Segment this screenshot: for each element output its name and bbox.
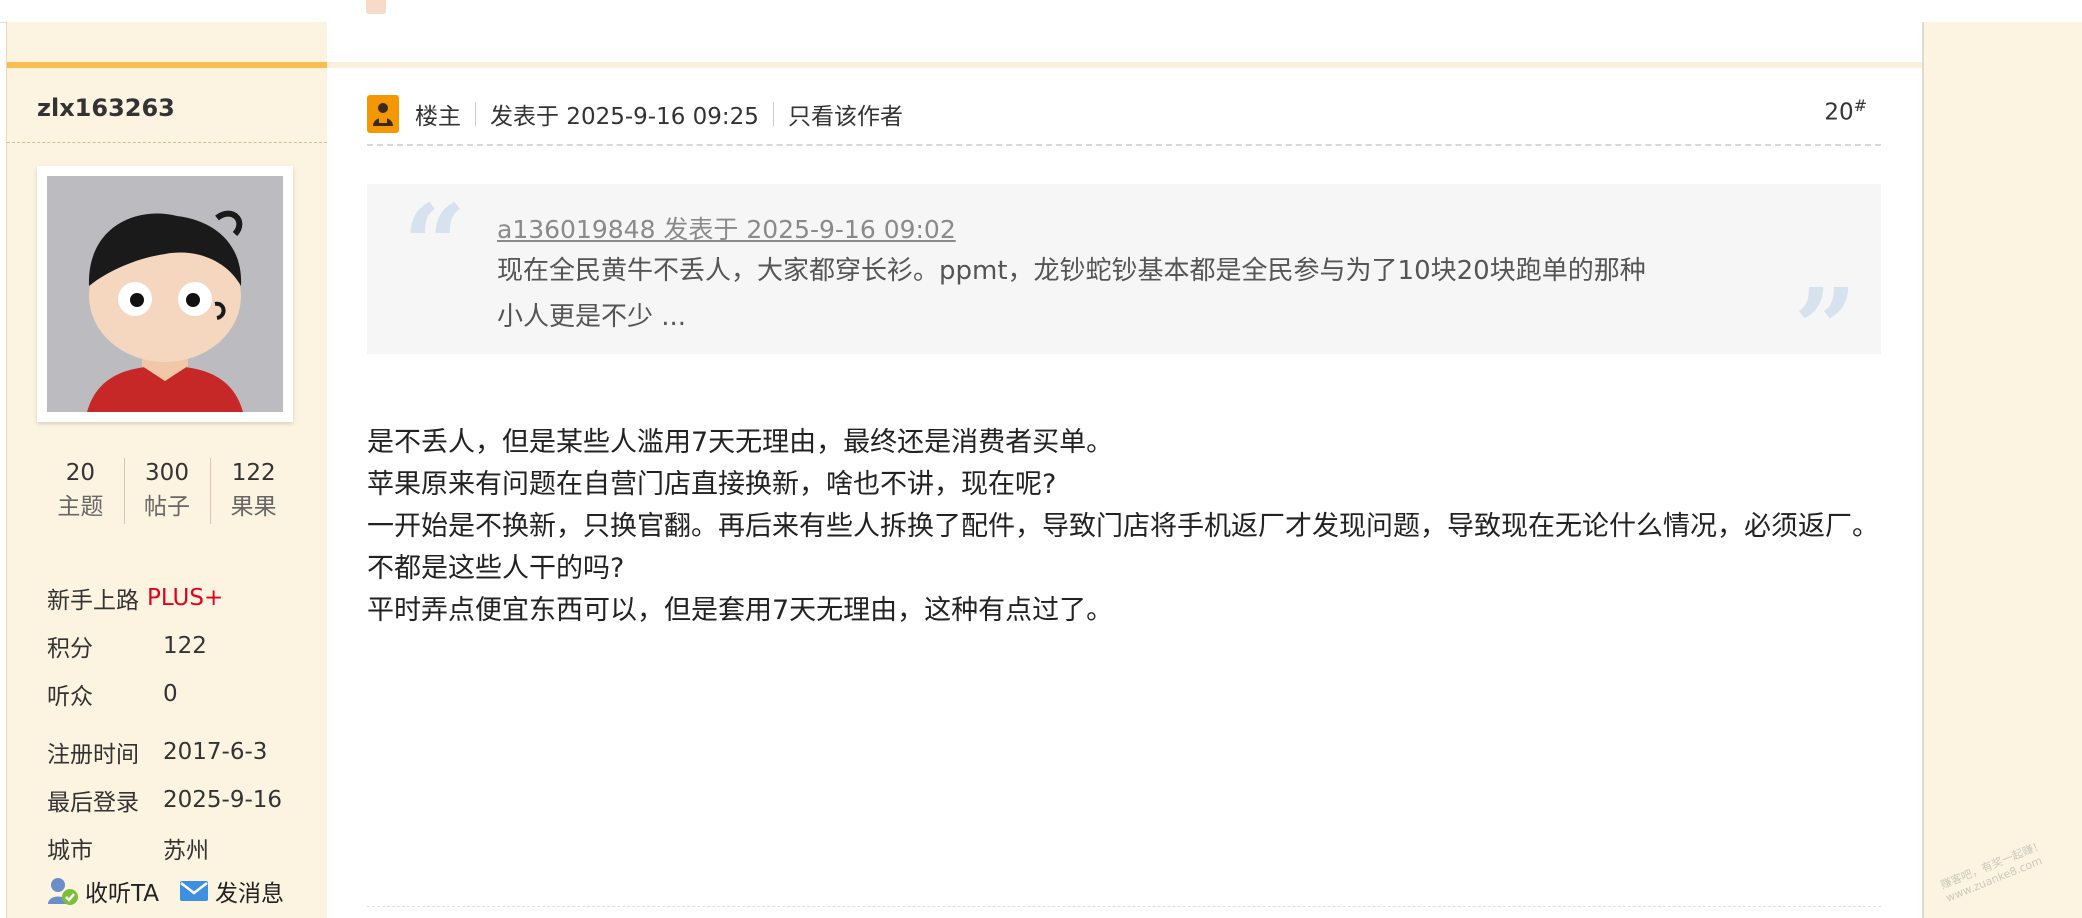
quote-line: 小人更是不少 ... xyxy=(497,302,687,332)
quote-line: 现在全民黄牛不丢人，大家都穿长衫。ppmt，龙钞蛇钞基本都是全民参与为了10块2… xyxy=(497,256,1646,286)
body-paragraph: 是不丢人，但是某些人滥用7天无理由，最终还是消费者买单。 xyxy=(367,427,1114,458)
post-timestamp: 发表于 2025-9-16 09:25 xyxy=(490,104,759,130)
message-button[interactable]: 发消息 xyxy=(179,874,284,908)
stat-fruits[interactable]: 122 果果 xyxy=(210,454,297,530)
avatar-image xyxy=(47,176,283,412)
envelope-icon xyxy=(180,881,208,901)
last-login-label: 最后登录 xyxy=(47,790,139,816)
top-toolbar-remnant xyxy=(366,0,386,22)
stat-label: 主题 xyxy=(57,494,104,520)
header-divider xyxy=(367,144,1881,146)
follow-icon xyxy=(48,878,78,905)
points-row: 积分 122 xyxy=(47,622,317,670)
rank-label[interactable]: 新手上路 xyxy=(47,581,139,615)
rank-row: 新手上路 PLUS+ xyxy=(47,574,317,622)
message-label: 发消息 xyxy=(215,881,284,907)
header-separator xyxy=(772,102,774,126)
stat-posts[interactable]: 300 帖子 xyxy=(123,454,211,530)
follow-button[interactable]: 收听TA xyxy=(47,874,159,908)
quote-block: “ a136019848 发表于 2025-9-16 09:02 现在全民黄牛不… xyxy=(367,180,1881,384)
stat-label: 果果 xyxy=(230,494,277,520)
city-value: 苏州 xyxy=(163,838,209,864)
right-panel xyxy=(1924,22,2082,918)
sidebar-top-band xyxy=(7,22,327,62)
register-label: 注册时间 xyxy=(47,742,139,768)
avatar[interactable] xyxy=(37,166,293,422)
close-quote-icon: ” xyxy=(1793,264,1857,393)
body-paragraph: 苹果原来有问题在自营门店直接换新，啥也不讲，现在呢? xyxy=(367,469,1057,500)
post-body: 是不丢人，但是某些人滥用7天无理由，最终还是消费者买单。 苹果原来有问题在自营门… xyxy=(367,422,1881,632)
post-header: 楼主 发表于 2025-9-16 09:25 只看该作者 20# xyxy=(367,90,1881,138)
floor-value: 20 xyxy=(1824,99,1854,126)
floor-mark: # xyxy=(1853,96,1867,115)
listeners-label: 听众 xyxy=(47,684,93,710)
quote-reference-link[interactable]: a136019848 发表于 2025-9-16 09:02 xyxy=(497,210,956,246)
stat-value: 300 xyxy=(145,460,189,486)
listeners-value: 0 xyxy=(163,681,178,707)
thread-starter-icon xyxy=(367,95,399,133)
post-content-area: 楼主 发表于 2025-9-16 09:25 只看该作者 20# “ a1360… xyxy=(327,22,1922,918)
floor-number[interactable]: 20# xyxy=(1824,96,1867,126)
city-row: 城市 苏州 xyxy=(47,824,317,872)
last-login-row: 最后登录 2025-9-16 xyxy=(47,776,317,824)
sidebar-accent-bar xyxy=(7,62,327,68)
body-paragraph: 不都是这些人干的吗? xyxy=(367,553,625,584)
forum-post-page: zlx163263 20 主题 300 帖子 122 果果 新手上路 PLUS+… xyxy=(0,0,2082,918)
author-actions: 收听TA 发消息 xyxy=(47,874,296,908)
main-accent-bar xyxy=(327,62,1922,68)
points-value: 122 xyxy=(163,633,207,659)
stat-label: 帖子 xyxy=(144,494,190,520)
author-info: 新手上路 PLUS+ 积分 122 听众 0 注册时间 2017-6-3 最后登… xyxy=(47,574,317,872)
register-value: 2017-6-3 xyxy=(163,739,268,765)
sidebar-divider xyxy=(7,142,327,143)
header-separator xyxy=(475,102,476,126)
author-username[interactable]: zlx163263 xyxy=(37,94,175,122)
last-login-value: 2025-9-16 xyxy=(163,787,283,813)
body-paragraph: 一开始是不换新，只换官翻。再后来有些人拆换了配件，导致门店将手机返厂才发现问题，… xyxy=(367,511,1879,542)
author-sidebar: zlx163263 20 主题 300 帖子 122 果果 新手上路 PLUS+… xyxy=(6,22,328,918)
thread-starter-label: 楼主 xyxy=(415,104,461,130)
ghost-icon xyxy=(366,0,386,14)
stat-threads[interactable]: 20 主题 xyxy=(37,454,124,530)
quote-text: 现在全民黄牛不丢人，大家都穿长衫。ppmt，龙钞蛇钞基本都是全民参与为了10块2… xyxy=(497,248,1747,340)
body-paragraph: 平时弄点便宜东西可以，但是套用7天无理由，这种有点过了。 xyxy=(367,595,1114,626)
listeners-row: 听众 0 xyxy=(47,670,317,718)
post-bottom-divider xyxy=(367,906,1881,907)
main-top-band xyxy=(327,22,1922,62)
author-stats: 20 主题 300 帖子 122 果果 xyxy=(37,454,297,530)
only-author-link[interactable]: 只看该作者 xyxy=(788,97,903,131)
stat-value: 122 xyxy=(231,460,276,486)
city-label: 城市 xyxy=(47,838,93,864)
open-quote-icon: “ xyxy=(403,180,467,309)
points-label: 积分 xyxy=(47,636,93,662)
register-row: 注册时间 2017-6-3 xyxy=(47,728,317,776)
stat-value: 20 xyxy=(65,460,95,486)
rank-badge: PLUS+ xyxy=(147,585,224,611)
follow-label: 收听TA xyxy=(85,881,159,907)
